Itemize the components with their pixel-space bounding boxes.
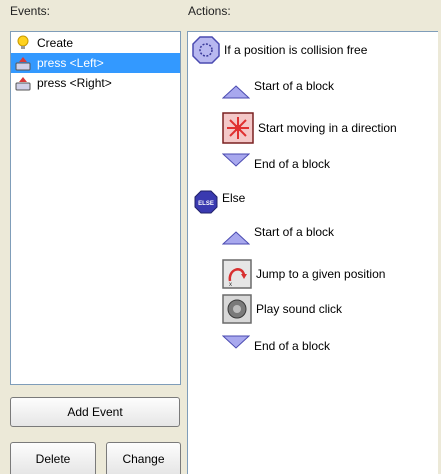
action-item-move-direction[interactable]: Start moving in a direction	[222, 112, 397, 144]
event-item-label: press <Left>	[37, 56, 104, 70]
action-item-label: Else	[222, 191, 246, 205]
action-item-start-block[interactable]: Start of a block	[222, 79, 334, 99]
action-item-label: Jump to a given position	[256, 267, 386, 281]
keyboard-key-icon	[15, 57, 31, 71]
action-item-start-block[interactable]: Start of a block	[222, 225, 334, 245]
actions-label: Actions:	[188, 4, 231, 18]
delete-button[interactable]: Delete	[10, 442, 96, 474]
event-item-press-left[interactable]: press <Left>	[11, 53, 180, 73]
else-icon: ELSE	[194, 190, 218, 214]
start-block-icon	[222, 231, 250, 245]
events-label: Events:	[10, 4, 51, 18]
action-item-label: End of a block	[254, 157, 331, 171]
action-item-end-block[interactable]: End of a block	[222, 153, 330, 171]
event-item-create[interactable]: Create	[11, 33, 180, 53]
play-sound-icon	[222, 294, 252, 324]
action-item-label: Play sound click	[256, 302, 343, 316]
action-item-label: End of a block	[254, 339, 331, 353]
action-item-play-sound[interactable]: Play sound click	[222, 294, 342, 324]
else-icon-text: ELSE	[198, 201, 214, 207]
add-event-button[interactable]: Add Event	[10, 397, 180, 427]
end-block-icon	[222, 335, 250, 349]
end-block-icon	[222, 153, 250, 167]
jump-position-icon: x	[222, 259, 252, 289]
action-item-else[interactable]: ELSE Else	[194, 190, 245, 214]
change-button[interactable]: Change	[106, 442, 181, 474]
lightbulb-icon	[17, 35, 29, 49]
collision-free-icon	[192, 36, 220, 64]
start-block-icon	[222, 85, 250, 99]
action-item-label: Start moving in a direction	[258, 121, 397, 135]
action-item-label: If a position is collision free	[224, 43, 368, 57]
action-item-label: Start of a block	[254, 79, 335, 93]
action-item-collision-free[interactable]: If a position is collision free	[192, 36, 367, 64]
action-item-end-block[interactable]: End of a block	[222, 335, 330, 353]
keyboard-key-icon	[15, 77, 31, 91]
event-item-label: press <Right>	[37, 76, 112, 90]
event-item-label: Create	[37, 36, 74, 50]
event-item-press-right[interactable]: press <Right>	[11, 73, 180, 93]
svg-text:x: x	[229, 282, 232, 288]
events-list[interactable]: Create press <Left> press <Right>	[10, 31, 181, 385]
actions-list[interactable]: If a position is collision free Start of…	[187, 31, 438, 474]
action-item-jump-position[interactable]: x Jump to a given position	[222, 259, 385, 289]
action-item-label: Start of a block	[254, 225, 335, 239]
move-direction-icon	[222, 112, 254, 144]
